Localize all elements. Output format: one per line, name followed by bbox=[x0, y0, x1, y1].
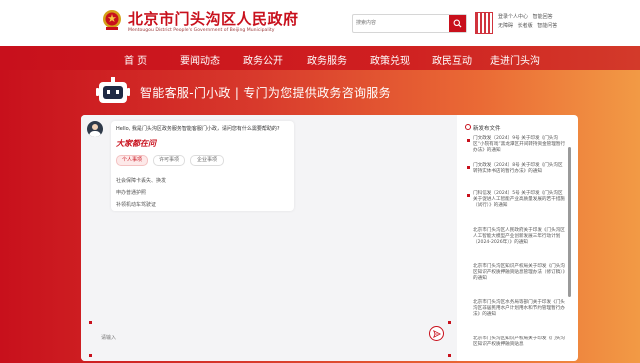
bullet-icon bbox=[467, 139, 470, 142]
robot-icon bbox=[96, 77, 130, 103]
search-input[interactable] bbox=[356, 17, 442, 29]
news-item[interactable]: 门文政发〔2024〕9号 关于印发《门头沟区“小院有戏”黑龙潭区开间转持资金管理… bbox=[473, 136, 567, 155]
circle-icon bbox=[465, 124, 471, 130]
news-item[interactable]: 北京市门头沟区知识产权局关于印发《门头沟区知识产权质押融资贴息 bbox=[473, 336, 567, 358]
news-item[interactable]: 北京市门头沟区知识产权局关于印发《门头沟区知识产权质押融资贴息管理办法（修订稿）… bbox=[473, 264, 567, 283]
popular-questions-heading: 大家都在问 bbox=[116, 139, 156, 148]
accessibility-link[interactable]: 无障碍 bbox=[498, 23, 513, 29]
chat-area: Hello, 我是门头沟区政务服务智能客服门小政，请问您有什么需要帮助的? 大家… bbox=[81, 115, 457, 361]
news-title: 新发布文件 bbox=[465, 124, 501, 132]
news-item[interactable]: 北京市门头沟区人民政府关于印发《门头沟区人工智能大模型产业创新发展三年行动计划（… bbox=[473, 228, 567, 247]
search-icon bbox=[453, 19, 462, 28]
question-item[interactable]: 申办普通护照 bbox=[116, 189, 146, 196]
user-links: 登录个人中心 智能回答 无障碍 长者版 智能问答 bbox=[498, 13, 560, 31]
news-item[interactable]: 北京市门头沟区水务局等部门关于印发《门头沟区非居民用水户计划用水和节约管理暂行办… bbox=[473, 300, 567, 319]
main-nav: 首 页 要闻动态 政务公开 政务服务 政策兑现 政民互动 走进门头沟 bbox=[0, 46, 640, 70]
smart-qa-link[interactable]: 智能问答 bbox=[537, 23, 557, 29]
nav-item-news[interactable]: 要闻动态 bbox=[180, 52, 220, 67]
chat-panel: Hello, 我是门头沟区政务服务智能客服门小政，请问您有什么需要帮助的? 大家… bbox=[81, 115, 578, 361]
news-item[interactable]: 门科信发〔2024〕5号 关于印发《门头沟区关于促进人工智能产业高质量发展的若干… bbox=[473, 191, 567, 210]
search-button[interactable] bbox=[449, 15, 466, 32]
message-input-area bbox=[89, 321, 451, 357]
national-emblem-icon bbox=[103, 10, 121, 30]
bullet-icon bbox=[467, 166, 470, 169]
question-item[interactable]: 补领机动车驾驶证 bbox=[116, 201, 156, 208]
assistant-avatar bbox=[87, 121, 103, 137]
tab-personal[interactable]: 个人事项 bbox=[116, 155, 148, 166]
nav-item-gov-services[interactable]: 政务服务 bbox=[307, 52, 347, 67]
greeting-text: Hello, 我是门头沟区政务服务智能客服门小政，请问您有什么需要帮助的? bbox=[116, 126, 280, 132]
banner-heading: 智能客服-门小政 | 专门为您提供政务咨询服务 bbox=[140, 86, 391, 100]
nav-item-about-mentougou[interactable]: 走进门头沟 bbox=[490, 52, 540, 67]
site-title[interactable]: 北京市门头沟区人民政府 bbox=[128, 8, 299, 29]
nav-item-policy[interactable]: 政策兑现 bbox=[370, 52, 410, 67]
question-item[interactable]: 社会保障卡丢失、换发 bbox=[116, 177, 166, 184]
news-scrollbar[interactable] bbox=[568, 147, 571, 297]
message-input[interactable] bbox=[101, 331, 401, 345]
nav-item-interaction[interactable]: 政民互动 bbox=[432, 52, 472, 67]
news-sidebar: 新发布文件 门文政发〔2024〕9号 关于印发《门头沟区“小院有戏”黑龙潭区开间… bbox=[457, 115, 578, 361]
send-button[interactable] bbox=[429, 326, 444, 341]
send-icon bbox=[432, 329, 441, 338]
nav-item-gov-affairs-public[interactable]: 政务公开 bbox=[243, 52, 283, 67]
elder-mode-link[interactable]: 长者版 bbox=[518, 23, 533, 29]
login-link[interactable]: 登录个人中心 bbox=[498, 14, 528, 20]
assistant-message: Hello, 我是门头沟区政务服务智能客服门小政，请问您有什么需要帮助的? 大家… bbox=[111, 121, 294, 211]
qr-code-icon[interactable] bbox=[475, 12, 493, 34]
search-box bbox=[352, 14, 467, 33]
nav-item-home[interactable]: 首 页 bbox=[124, 52, 147, 67]
tab-permit[interactable]: 许可事项 bbox=[153, 155, 185, 166]
site-subtitle: Mentougou District People's Government o… bbox=[128, 28, 275, 33]
news-item[interactable]: 门文政发〔2024〕8号 关于印发《门头沟区转持实体书店的暂行办法》的通知 bbox=[473, 163, 567, 175]
site-header: 北京市门头沟区人民政府 Mentougou District People's … bbox=[0, 0, 640, 46]
smart-answer-link[interactable]: 智能回答 bbox=[533, 14, 553, 20]
tab-enterprise[interactable]: 企业事项 bbox=[190, 155, 224, 166]
bullet-icon bbox=[467, 194, 470, 197]
